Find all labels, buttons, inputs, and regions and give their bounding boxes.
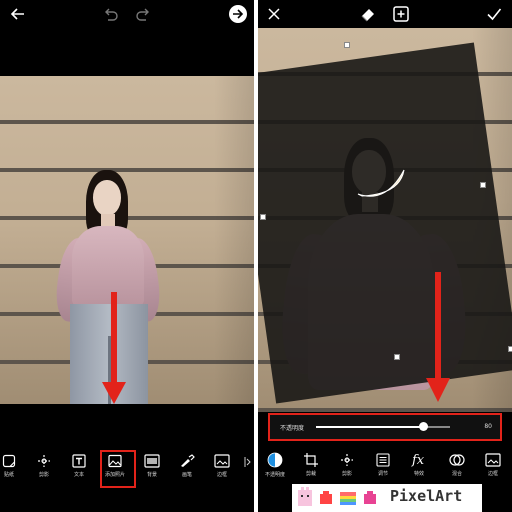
- tool-label: 剪裁: [305, 471, 316, 477]
- tool-label: 剪影: [38, 472, 49, 478]
- tool-text[interactable]: 文本: [62, 454, 96, 478]
- back-arrow-icon[interactable]: [8, 4, 28, 24]
- brush-icon: [181, 454, 195, 467]
- frame-icon: [485, 453, 501, 467]
- apply-check-icon[interactable]: [484, 4, 504, 24]
- tool-label: 画笔: [181, 472, 192, 478]
- opacity-value: 80: [484, 423, 492, 430]
- redo-icon[interactable]: [134, 4, 154, 24]
- tool-label: 边框: [487, 471, 498, 477]
- sticker-icon: [2, 454, 16, 468]
- resize-handle-bottom[interactable]: [394, 354, 400, 360]
- crop-icon: [304, 453, 318, 467]
- eraser-icon[interactable]: [358, 4, 378, 24]
- tool-label: 剪影: [341, 471, 352, 477]
- tool-frame[interactable]: 边框: [476, 453, 510, 477]
- cutout-icon: [38, 455, 50, 467]
- ad-title: PixelArt: [390, 487, 463, 505]
- photo-canvas[interactable]: [258, 28, 512, 412]
- resize-handle-corner[interactable]: [508, 346, 512, 352]
- tool-label: 混合: [451, 471, 462, 477]
- close-icon[interactable]: [264, 4, 284, 24]
- wall-shadow: [214, 76, 254, 404]
- opacity-slider-knob[interactable]: [419, 422, 429, 431]
- tool-adjust[interactable]: 调节: [366, 453, 400, 477]
- opacity-icon: [267, 452, 283, 468]
- resize-handle-top[interactable]: [344, 42, 350, 48]
- opacity-slider[interactable]: [316, 422, 450, 431]
- tool-label: 特效: [413, 471, 424, 477]
- tool-label: 边框: [216, 472, 227, 478]
- tool-label: 调节: [377, 471, 388, 477]
- tool-label: 背景: [146, 472, 157, 478]
- pixel-art-icons: [298, 487, 376, 506]
- tool-effects[interactable]: fx 特效: [402, 451, 436, 477]
- tool-label: 不透明度: [264, 472, 285, 478]
- resize-handle-right[interactable]: [480, 182, 486, 188]
- photo-canvas[interactable]: [0, 76, 254, 404]
- scroll-more-icon[interactable]: [244, 456, 252, 468]
- blend-icon: [449, 454, 465, 466]
- tool-crop[interactable]: 剪裁: [294, 453, 328, 477]
- frame-icon: [214, 454, 230, 468]
- add-layer-icon[interactable]: [391, 4, 411, 24]
- tool-sticker[interactable]: 贴纸: [0, 454, 26, 478]
- opacity-label: 不透明度: [280, 425, 305, 432]
- opacity-slider-fill: [316, 426, 424, 428]
- red-arrow-down: [102, 292, 126, 404]
- undo-icon[interactable]: [100, 4, 120, 24]
- tool-blend[interactable]: 混合: [440, 453, 474, 477]
- red-arrow-down: [426, 272, 450, 402]
- opacity-slider-panel: 不透明度 80: [268, 413, 502, 441]
- cutout-icon: [341, 454, 353, 466]
- tool-opacity[interactable]: 不透明度: [258, 452, 292, 478]
- resize-handle-left[interactable]: [260, 214, 266, 220]
- fx-icon: fx: [411, 453, 425, 467]
- background-icon: [144, 454, 160, 468]
- text-icon: [72, 454, 86, 468]
- tool-label: 贴纸: [3, 472, 14, 478]
- highlight-box: [100, 450, 136, 488]
- tool-brush[interactable]: 画笔: [170, 454, 204, 478]
- tool-frame[interactable]: 边框: [205, 454, 239, 478]
- adjust-icon: [376, 453, 390, 467]
- svg-text:fx: fx: [411, 453, 425, 467]
- crescent-moon-icon: [357, 169, 405, 197]
- top-bar: [258, 0, 512, 28]
- top-bar: [0, 0, 254, 28]
- tool-cutout[interactable]: 剪影: [330, 453, 364, 477]
- overlay-layer[interactable]: [258, 42, 512, 404]
- tool-background[interactable]: 背景: [135, 454, 169, 478]
- editor-screen-left: 贴纸 剪影 文本 添加照片 背景 画笔 边框: [0, 0, 254, 512]
- ad-banner[interactable]: PixelArt: [292, 484, 482, 512]
- face: [93, 180, 121, 216]
- editor-screen-right: 不透明度 80 不透明度 剪裁 剪影 调节 fx 特效 混合 边框 PixelA…: [258, 0, 512, 512]
- next-icon[interactable]: [228, 4, 248, 24]
- tool-label: 文本: [73, 472, 84, 478]
- tool-cutout[interactable]: 剪影: [27, 454, 61, 478]
